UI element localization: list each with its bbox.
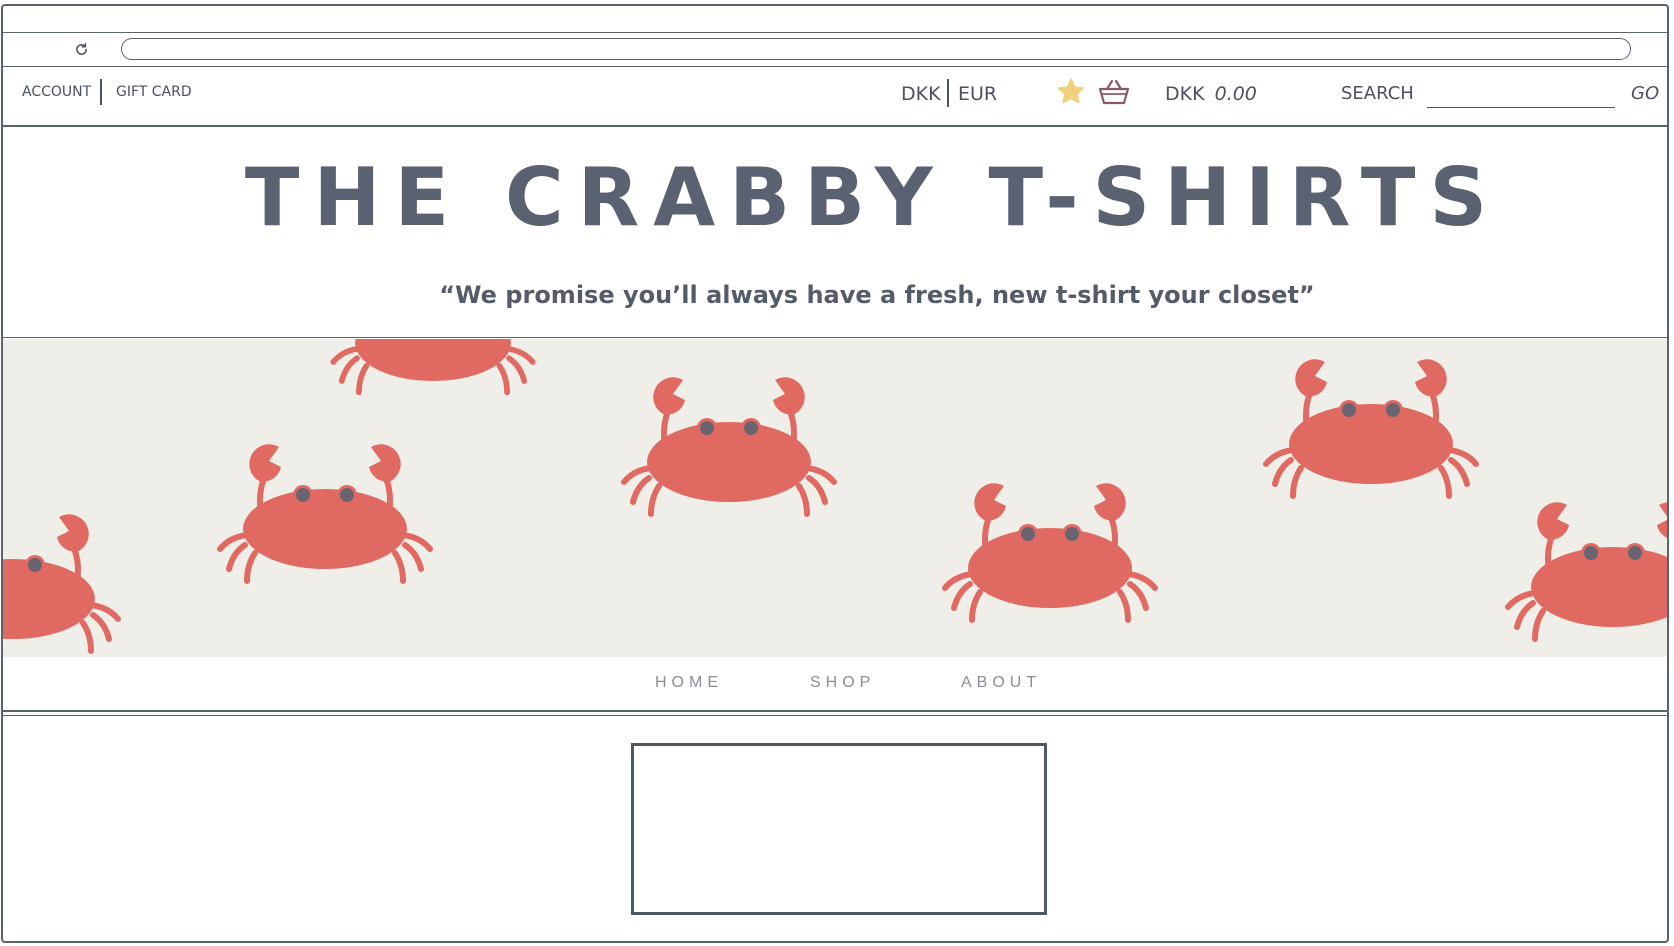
crab-graphic — [220, 444, 430, 581]
search-label: SEARCH — [1341, 83, 1414, 104]
crab-pattern — [3, 339, 1667, 657]
nav-divider-secondary — [3, 715, 1667, 716]
cart-total: DKK 0.00 — [1165, 83, 1257, 105]
header-divider — [3, 125, 1667, 127]
site-tagline: “We promise you’ll always have a fresh, … — [439, 281, 1315, 309]
main-nav: HOME SHOP ABOUT — [3, 674, 1667, 698]
utility-bar: ACCOUNT GIFT CARD DKK EUR DKK 0.00 SEARCH… — [3, 67, 1667, 127]
nav-divider — [3, 710, 1667, 712]
basket-icon[interactable] — [1097, 77, 1131, 107]
crab-pattern-banner — [3, 339, 1667, 657]
nav-about[interactable]: ABOUT — [961, 674, 1041, 692]
currency-dkk[interactable]: DKK — [901, 83, 941, 105]
crab-graphic — [333, 339, 533, 392]
crab-graphic — [1266, 359, 1476, 496]
currency-eur[interactable]: EUR — [958, 83, 997, 105]
address-bar[interactable] — [121, 38, 1631, 60]
cart-amount: 0.00 — [1214, 83, 1257, 105]
browser-window: ACCOUNT GIFT CARD DKK EUR DKK 0.00 SEARCH… — [1, 4, 1669, 943]
banner-top-divider — [3, 337, 1667, 338]
crab-graphic — [945, 483, 1155, 620]
gift-card-link[interactable]: GIFT CARD — [116, 84, 192, 100]
go-button[interactable]: GO — [1631, 83, 1659, 104]
crab-graphic — [624, 377, 834, 514]
nav-shop[interactable]: SHOP — [810, 674, 875, 692]
search-input[interactable] — [1427, 81, 1615, 108]
currency-separator — [947, 79, 949, 107]
reload-icon[interactable] — [73, 41, 90, 58]
crab-graphic — [1508, 502, 1667, 639]
nav-home[interactable]: HOME — [655, 674, 723, 692]
utility-separator — [100, 79, 102, 105]
star-icon[interactable] — [1055, 77, 1087, 107]
content-placeholder-box — [631, 743, 1047, 915]
cart-currency: DKK — [1165, 83, 1205, 105]
account-link[interactable]: ACCOUNT — [22, 84, 91, 100]
crab-graphic — [3, 514, 118, 651]
site-title[interactable]: THE CRABBY T-SHIRTS — [3, 158, 1667, 238]
browser-toolbar — [3, 32, 1667, 67]
